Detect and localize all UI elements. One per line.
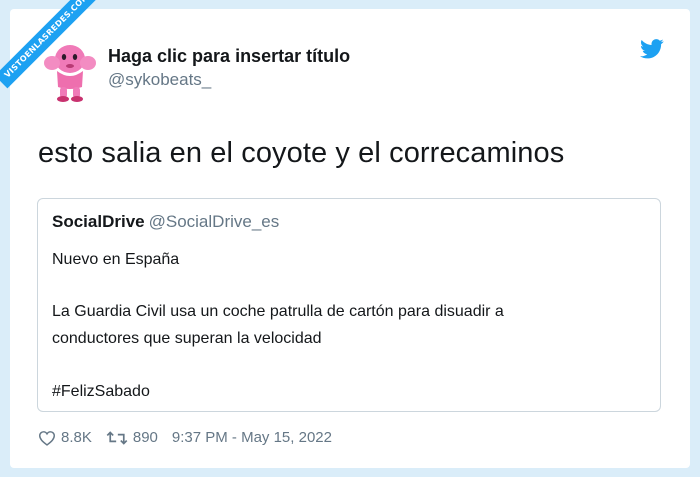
heart-icon[interactable] (38, 430, 56, 446)
retweet-icon[interactable] (106, 430, 128, 446)
quoted-hashtag[interactable]: #FelizSabado (52, 383, 150, 401)
avatar[interactable] (42, 37, 98, 103)
quoted-display-name[interactable]: SocialDrive (52, 212, 145, 231)
tweet-footer: 8.8K 890 9:37 PM - May 15, 2022 (38, 429, 332, 446)
quoted-handle[interactable]: @SocialDrive_es (149, 212, 280, 231)
timestamp[interactable]: 9:37 PM - May 15, 2022 (172, 429, 332, 446)
retweet-count: 890 (132, 429, 158, 446)
quoted-text-line-2: La Guardia Civil usa un coche patrulla d… (52, 303, 504, 320)
quoted-tweet[interactable]: SocialDrive @SocialDrive_es Nuevo en Espa… (37, 198, 661, 412)
twitter-bird-icon[interactable] (640, 39, 664, 59)
tweet-text: esto salia en el coyote y el correcamino… (38, 137, 565, 169)
quoted-text-line-3: conductores que superan la velocidad (52, 330, 322, 347)
like-count: 8.8K (61, 429, 92, 446)
user-handle[interactable]: @sykobeats_ (108, 70, 211, 90)
display-name[interactable]: Haga clic para insertar título (108, 46, 350, 67)
quoted-text-line-1: Nuevo en España (52, 251, 180, 268)
tweet-card: VISTOENLASREDES.COM Haga clic para inser… (0, 0, 690, 468)
quoted-header: SocialDrive @SocialDrive_es (52, 212, 279, 232)
